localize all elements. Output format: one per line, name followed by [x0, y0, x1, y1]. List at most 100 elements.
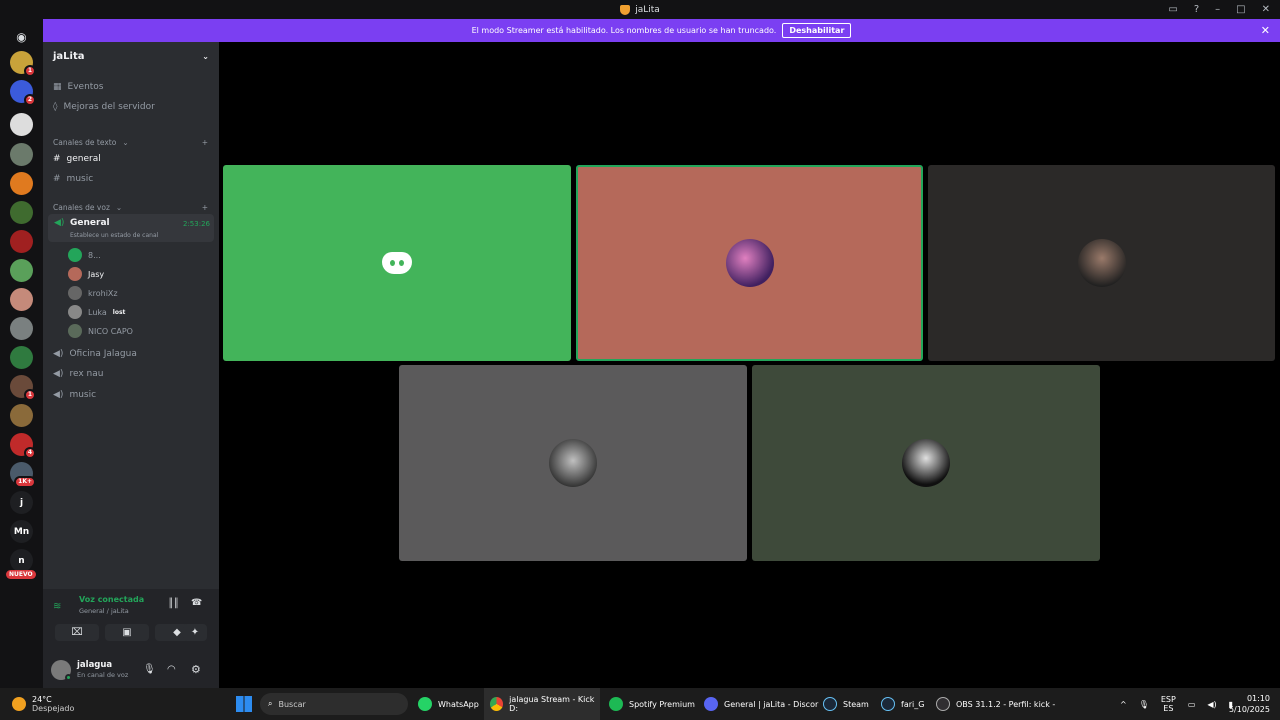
voice-user-row[interactable]: NICO CAPO: [68, 324, 133, 338]
server-icon[interactable]: [10, 259, 33, 282]
username: jalagua: [77, 660, 113, 670]
voice-channel-oficina[interactable]: ◀) Oficina Jalagua: [48, 349, 214, 359]
server-icon[interactable]: [10, 288, 33, 311]
voice-tile-3[interactable]: [928, 165, 1275, 361]
server-icon[interactable]: j: [10, 491, 33, 514]
boosts-item[interactable]: ◊ Mejoras del servidor: [48, 102, 214, 112]
server-initials: n: [18, 555, 25, 566]
voice-user-row[interactable]: Luka lost: [68, 305, 125, 319]
voice-tile-discord[interactable]: [223, 165, 571, 361]
voice-tile-5[interactable]: [752, 365, 1100, 561]
server-icon[interactable]: 1K+: [10, 462, 36, 488]
volume-icon[interactable]: ◀): [1207, 700, 1216, 709]
camera-button[interactable]: ⌧: [55, 624, 99, 641]
disconnect-icon[interactable]: ☎: [191, 598, 202, 608]
system-tray[interactable]: ^ 🎙︎ ESP ES ▭ ◀) ▮: [1120, 688, 1233, 720]
taskbar-app-discord[interactable]: General | jaLita - Discor: [704, 688, 818, 720]
voice-user-name: NICO CAPO: [88, 326, 133, 336]
avatar[interactable]: [51, 659, 72, 681]
server-icon[interactable]: [10, 201, 33, 224]
taskbar-app-chrome[interactable]: jalagua Stream - Kick D:: [484, 688, 600, 720]
voice-user-row[interactable]: Jasy: [68, 267, 104, 281]
voice-connected-label[interactable]: Voz conectada: [79, 595, 144, 604]
server-icon[interactable]: [10, 143, 33, 166]
taskbar-app-spotify[interactable]: Spotify Premium: [609, 688, 695, 720]
voice-channel-rex[interactable]: ◀) rex nau: [48, 369, 214, 379]
text-category[interactable]: Canales de texto ⌄ +: [48, 138, 214, 147]
search-placeholder: Buscar: [278, 699, 306, 709]
server-icon[interactable]: [10, 317, 33, 340]
user-status: En canal de voz: [77, 671, 129, 679]
screen-share-button[interactable]: ▣: [105, 624, 149, 641]
window-title: jaLita: [635, 4, 660, 15]
maximize-button[interactable]: □: [1236, 4, 1245, 15]
chrome-icon: [490, 697, 504, 711]
discord-home-icon[interactable]: ◉: [10, 25, 33, 48]
taskbar-search[interactable]: ⌕ Buscar: [260, 693, 408, 715]
taskbar-app-whatsapp[interactable]: WhatsApp: [418, 688, 479, 720]
help-icon[interactable]: ?: [1194, 4, 1199, 15]
taskbar-app-label: WhatsApp: [438, 699, 479, 709]
server-header[interactable]: jaLita ⌄: [43, 42, 219, 70]
soundboard-button[interactable]: ✦: [183, 624, 207, 641]
chevron-up-icon[interactable]: ^: [1120, 700, 1127, 709]
text-category-label: Canales de texto: [53, 138, 117, 147]
voice-category-label: Canales de voz: [53, 203, 110, 212]
server-icon[interactable]: [10, 113, 33, 136]
channel-general[interactable]: # general: [48, 154, 214, 164]
add-channel-icon[interactable]: +: [202, 203, 208, 212]
taskbar-app-steam[interactable]: Steam: [823, 688, 869, 720]
streamer-mode-banner: El modo Streamer está habilitado. Los no…: [43, 19, 1280, 42]
voice-user-row[interactable]: krohiXz: [68, 286, 118, 300]
start-button[interactable]: [236, 688, 252, 720]
events-item[interactable]: ▦ Eventos: [48, 82, 214, 92]
headphones-icon[interactable]: ◠: [167, 664, 176, 675]
microphone-icon[interactable]: 🎙︎: [1139, 700, 1149, 709]
server-name: jaLita: [53, 50, 85, 62]
voice-channel-music[interactable]: ◀) music: [48, 390, 214, 400]
taskbar-app-obs[interactable]: OBS 31.1.2 - Perfil: kick -: [936, 688, 1055, 720]
voice-channel-general[interactable]: ◀) General 2:53:26 Establece un estado d…: [48, 214, 214, 242]
network-icon[interactable]: ▭: [1188, 700, 1196, 709]
microphone-icon[interactable]: 🎙︎: [143, 664, 156, 675]
add-channel-icon[interactable]: +: [202, 138, 208, 147]
server-icon[interactable]: n: [10, 549, 33, 572]
server-icon[interactable]: 1: [10, 375, 36, 401]
server-icon[interactable]: [10, 346, 33, 369]
mention-badge: 1: [23, 65, 36, 77]
new-badge[interactable]: NUEVO: [6, 570, 36, 579]
avatar: [68, 286, 82, 300]
hash-icon: #: [53, 154, 61, 164]
whatsapp-icon: [418, 697, 432, 711]
voice-user-row[interactable]: 8...: [68, 248, 101, 262]
server-icon[interactable]: [10, 230, 33, 253]
inbox-icon[interactable]: ▭: [1168, 4, 1177, 15]
voice-tile-4[interactable]: [399, 365, 747, 561]
taskbar-app-label: Steam: [843, 699, 869, 709]
server-icon[interactable]: 2: [10, 80, 36, 106]
language-indicator[interactable]: ESP ES: [1161, 695, 1176, 713]
server-icon[interactable]: [10, 172, 33, 195]
minimize-button[interactable]: –: [1215, 4, 1220, 15]
voice-category[interactable]: Canales de voz ⌄ +: [48, 203, 214, 212]
server-icon[interactable]: 4: [10, 433, 36, 459]
channel-music[interactable]: # music: [48, 174, 214, 184]
server-icon[interactable]: 1: [10, 51, 36, 77]
channel-status[interactable]: Establece un estado de canal: [70, 232, 158, 239]
weather-widget[interactable]: 24°C Despejado: [12, 688, 74, 720]
user-panel: jalagua En canal de voz 🎙︎ ◠ ⚙: [43, 651, 219, 688]
taskbar-app-steam-user[interactable]: fari_G: [881, 688, 924, 720]
disable-streamer-button[interactable]: Deshabilitar: [782, 23, 852, 38]
voice-tile-speaking[interactable]: [576, 165, 923, 361]
server-icon[interactable]: [10, 404, 33, 427]
settings-gear-icon[interactable]: ⚙: [191, 663, 201, 676]
close-banner-icon[interactable]: ✕: [1261, 24, 1270, 37]
clock[interactable]: 01:10 5/10/2025: [1226, 688, 1270, 720]
close-button[interactable]: ✕: [1262, 4, 1270, 15]
server-icon[interactable]: Mn: [10, 520, 33, 543]
channel-label: music: [66, 174, 94, 184]
soundboard-icon[interactable]: ║║: [168, 599, 179, 609]
voice-user-name: Luka: [88, 307, 107, 317]
avatar: [68, 267, 82, 281]
voice-channel-path[interactable]: General / jaLita: [79, 607, 129, 615]
